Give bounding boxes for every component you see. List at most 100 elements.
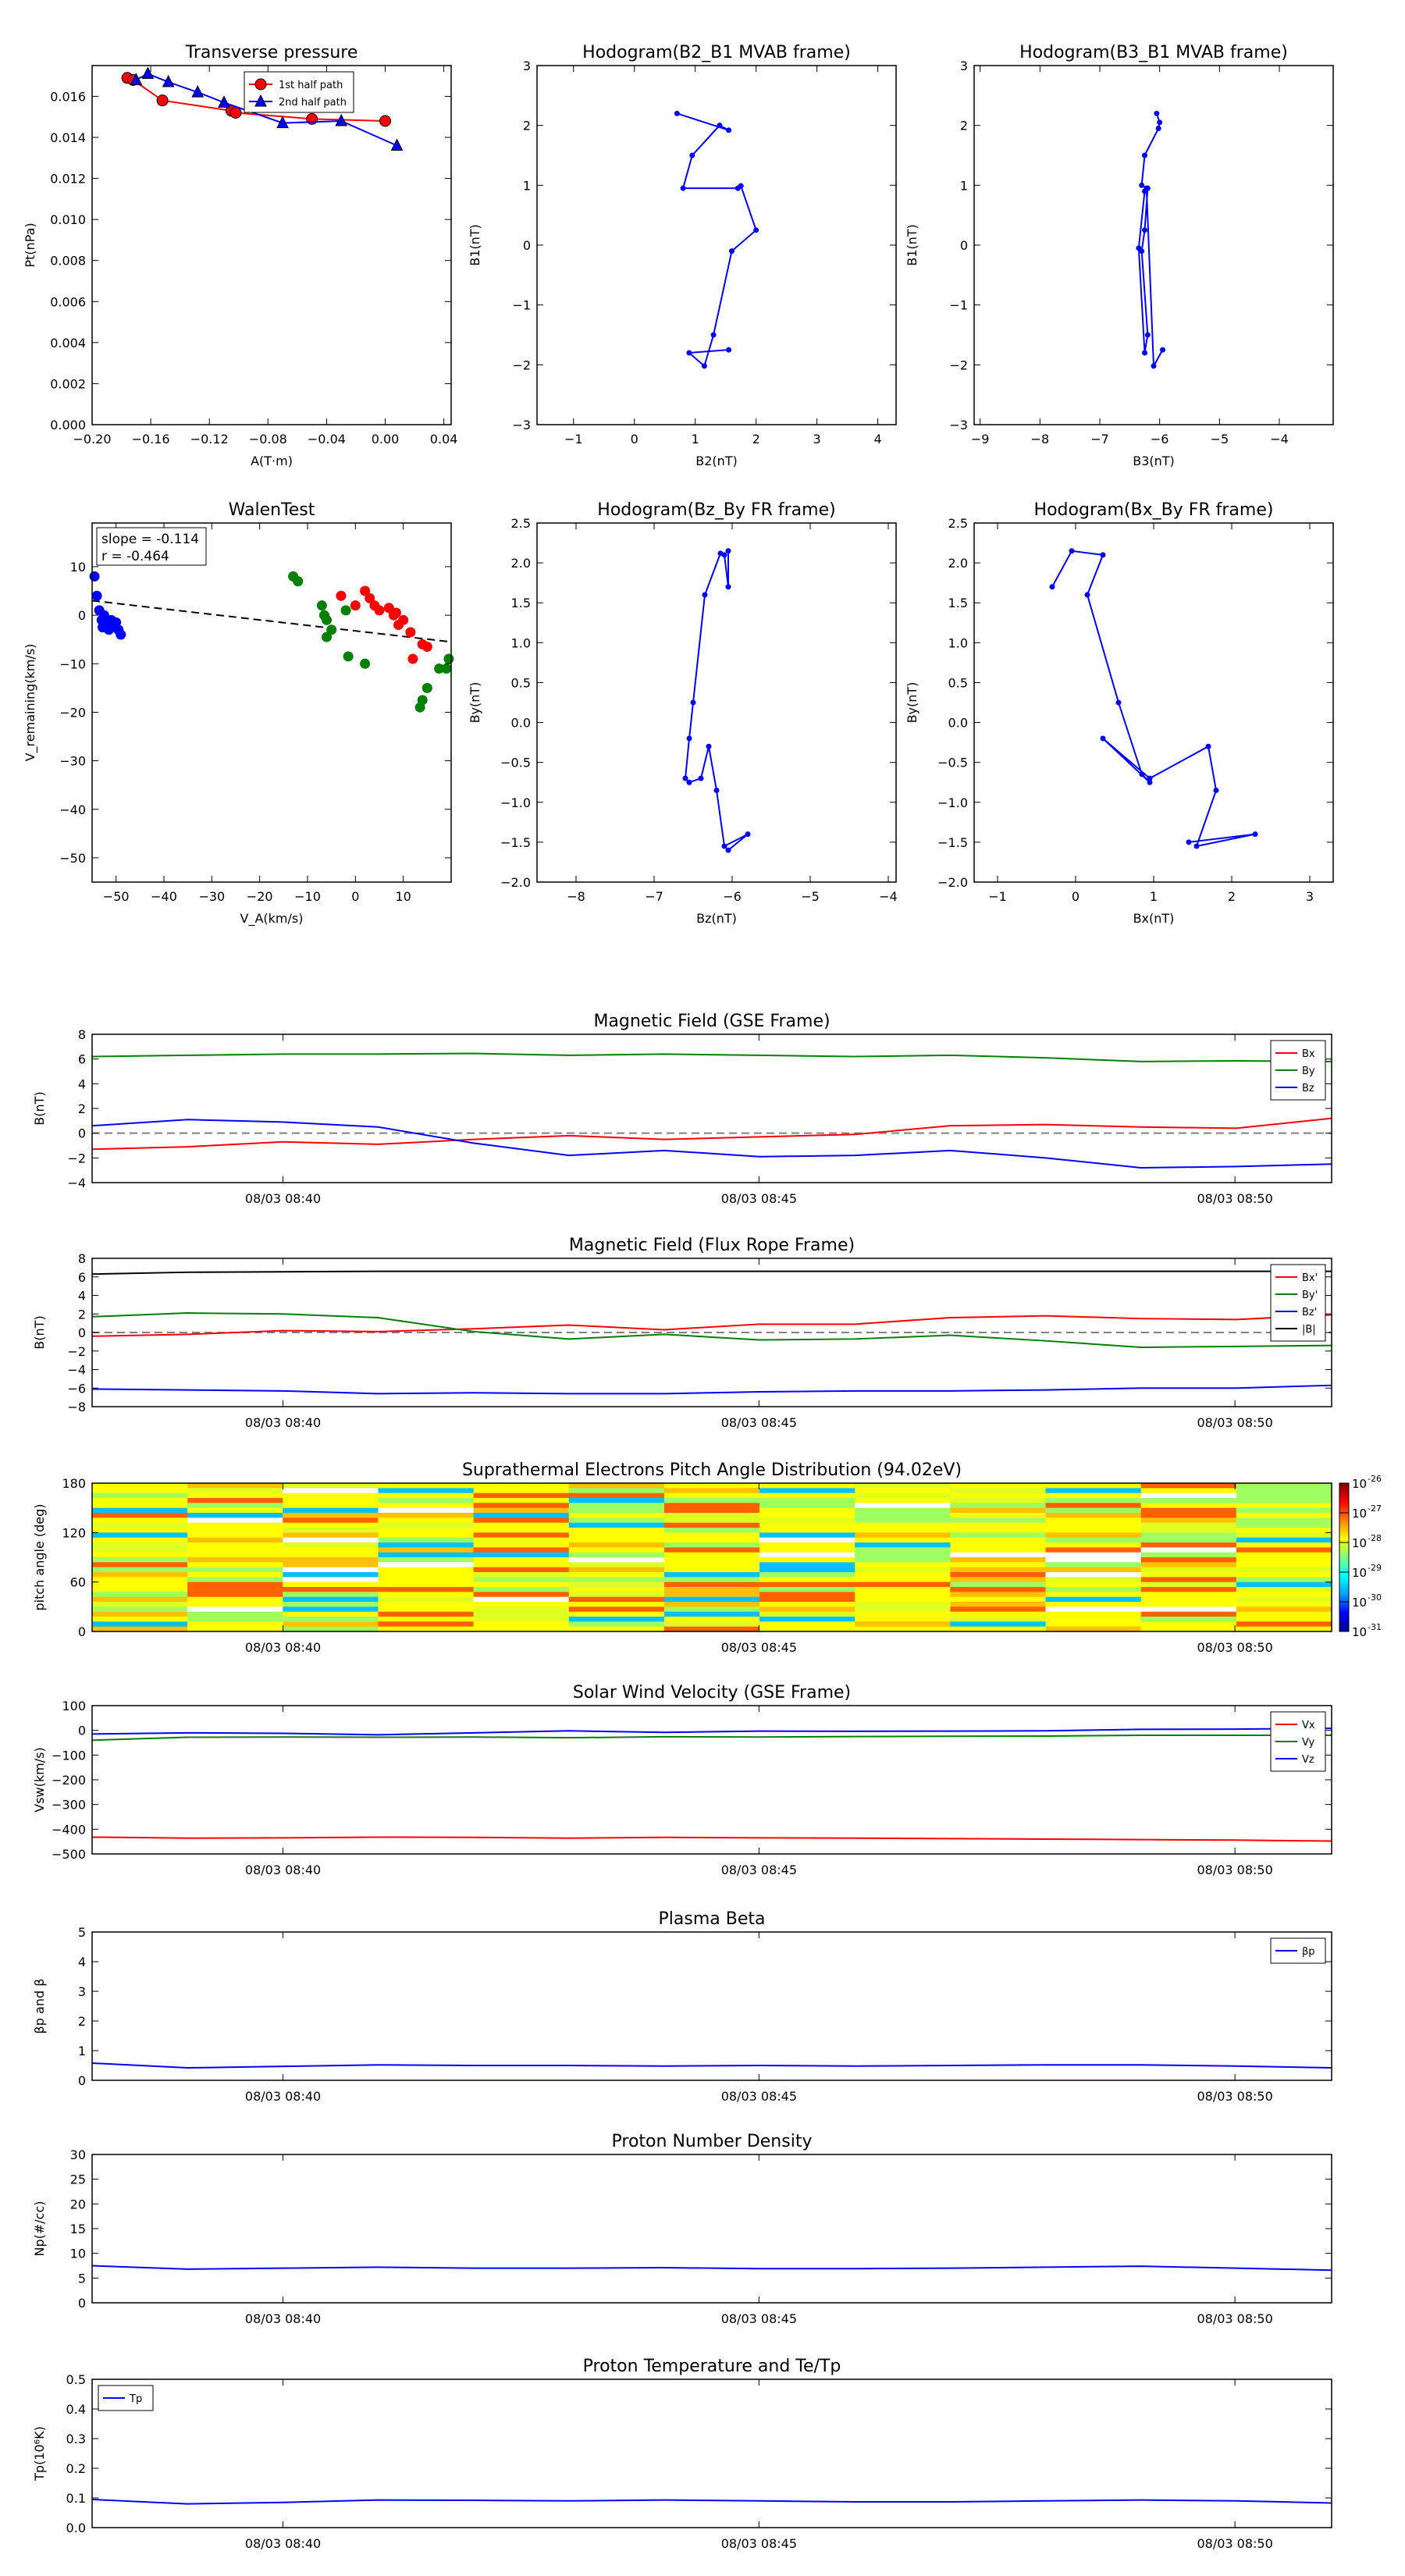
heatmap-cell bbox=[1236, 1567, 1332, 1573]
heatmap-cell bbox=[187, 1537, 283, 1543]
legend-label: 2nd half path bbox=[279, 97, 347, 109]
y-axis-label: B(nT) bbox=[32, 1091, 47, 1125]
y-tick-label: 3 bbox=[960, 59, 968, 73]
heatmap-cell bbox=[1236, 1493, 1332, 1499]
heatmap-cell bbox=[187, 1488, 283, 1494]
x-tick-label: 2 bbox=[1228, 889, 1236, 904]
heatmap-cell bbox=[663, 1488, 760, 1494]
mag_gse-panel: −4 −2 0 2 4 6 8 08/03 08:40 08/03 08:45 08/03 08:… bbox=[32, 1012, 1332, 1206]
heatmap-cell bbox=[855, 1532, 951, 1539]
vsw-panel: −500 −400 −300 −200 −100 0 100 08/03 08:40 08/03… bbox=[32, 1683, 1332, 1877]
x-axis-label: B2(nT) bbox=[695, 454, 738, 468]
heatmap-cell bbox=[1236, 1522, 1332, 1528]
data-point bbox=[1142, 350, 1147, 356]
heatmap-cell bbox=[1236, 1617, 1332, 1622]
y-axis-label: B1(nT) bbox=[468, 224, 482, 266]
heatmap-cell bbox=[187, 1572, 283, 1578]
data-point bbox=[725, 847, 731, 853]
heatmap-cell bbox=[663, 1611, 760, 1617]
y-tick-label: −3 bbox=[949, 418, 968, 432]
heatmap-cell bbox=[855, 1537, 951, 1543]
y-tick-label: 0 bbox=[78, 1624, 86, 1639]
heatmap-cell bbox=[568, 1592, 665, 1598]
time-tick-label: 08/03 08:45 bbox=[721, 1863, 797, 1877]
data-point bbox=[318, 610, 329, 621]
data-point bbox=[422, 642, 432, 653]
heatmap-cell bbox=[855, 1621, 951, 1628]
data-point bbox=[680, 185, 686, 191]
data-point bbox=[753, 227, 759, 233]
legend-label: Vx bbox=[1302, 1720, 1315, 1731]
data-point bbox=[379, 115, 392, 127]
y-tick-label: 120 bbox=[62, 1525, 86, 1540]
y-axis-label: B1(nT) bbox=[905, 224, 919, 266]
heatmap-cell bbox=[950, 1606, 1047, 1613]
heatmap-cell bbox=[92, 1528, 188, 1533]
heatmap-cell bbox=[92, 1493, 188, 1499]
heatmap-cell bbox=[663, 1507, 760, 1514]
x-tick-label: 0 bbox=[351, 889, 359, 904]
series-line-0 bbox=[91, 2265, 1332, 2272]
x-tick-label: −1 bbox=[564, 432, 583, 447]
heatmap-cell bbox=[283, 1488, 379, 1494]
heatmap-cell bbox=[568, 1483, 665, 1489]
y-tick-label: −100 bbox=[52, 1748, 86, 1763]
plot-frame bbox=[91, 522, 452, 883]
h3-panel: −2.0 −1.5 −1.0 −0.5 0.0 0.5 1.0 1.5 2.0 2.5 −8 −7 −6… bbox=[468, 500, 898, 926]
heatmap-cell bbox=[1236, 1498, 1332, 1503]
heatmap-cell bbox=[663, 1517, 760, 1524]
y-tick-label: 0.0 bbox=[511, 716, 531, 731]
data-point bbox=[1069, 548, 1075, 554]
r-annotation: r = -0.464 bbox=[101, 549, 169, 564]
heatmap-cell bbox=[473, 1542, 570, 1548]
y-axis-label: Vsw(km/s) bbox=[32, 1747, 47, 1812]
y-tick-label: 0.004 bbox=[50, 336, 86, 350]
x-tick-label: 0 bbox=[1072, 889, 1080, 904]
heatmap-cell bbox=[759, 1617, 855, 1622]
data-point bbox=[706, 743, 712, 749]
data-point bbox=[374, 605, 385, 616]
time-tick-label: 08/03 08:50 bbox=[1197, 2089, 1272, 2104]
heatmap-cell bbox=[855, 1582, 951, 1588]
heatmap-cell bbox=[378, 1483, 475, 1489]
heatmap-cell bbox=[92, 1587, 188, 1592]
heatmap-cell bbox=[187, 1498, 283, 1503]
colorbar-exponent: -30 bbox=[1368, 1592, 1382, 1603]
heatmap-cell bbox=[759, 1587, 855, 1592]
heatmap-cell bbox=[950, 1483, 1047, 1489]
heatmap-cell bbox=[950, 1507, 1047, 1514]
heatmap-cell bbox=[950, 1493, 1047, 1499]
heatmap-cell bbox=[950, 1572, 1047, 1578]
heatmap-cell bbox=[473, 1621, 570, 1628]
heatmap-cell bbox=[1045, 1488, 1142, 1494]
heatmap-cell bbox=[283, 1577, 379, 1583]
heatmap-cell bbox=[759, 1592, 855, 1598]
heatmap-cell bbox=[950, 1582, 1047, 1588]
heatmap-cell bbox=[1045, 1587, 1142, 1592]
y-tick-label: −10 bbox=[59, 656, 86, 671]
beta-panel: 0 1 2 3 4 5 08/03 08:40 08/03 08:45 08/03 08:50 P… bbox=[32, 1909, 1332, 2104]
plot-frame bbox=[973, 522, 1334, 883]
y-tick-label: −3 bbox=[512, 418, 531, 432]
heatmap-cell bbox=[759, 1488, 855, 1494]
legend-label: Vz bbox=[1302, 1754, 1314, 1766]
plot-frame bbox=[91, 2154, 1332, 2304]
heatmap-cell bbox=[759, 1552, 855, 1558]
heatmap-cell bbox=[568, 1498, 665, 1503]
heatmap-cell bbox=[378, 1562, 475, 1568]
y-tick-label: 4 bbox=[78, 1955, 86, 1969]
x-tick-label: −6 bbox=[1151, 432, 1169, 447]
heatmap-cell bbox=[473, 1557, 570, 1563]
heatmap-cell bbox=[92, 1577, 188, 1583]
y-tick-label: 0 bbox=[78, 2296, 86, 2311]
heatmap-cell bbox=[568, 1562, 665, 1568]
heatmap-cell bbox=[1236, 1592, 1332, 1598]
heatmap-cell bbox=[473, 1562, 570, 1568]
data-point bbox=[1136, 245, 1142, 251]
heatmap-cell bbox=[187, 1582, 283, 1588]
heatmap-cell bbox=[568, 1621, 665, 1628]
data-point bbox=[1142, 152, 1147, 158]
heatmap-cell bbox=[568, 1552, 665, 1558]
x-tick-label: −40 bbox=[151, 889, 177, 904]
y-axis-label: pitch angle (deg) bbox=[32, 1503, 47, 1610]
